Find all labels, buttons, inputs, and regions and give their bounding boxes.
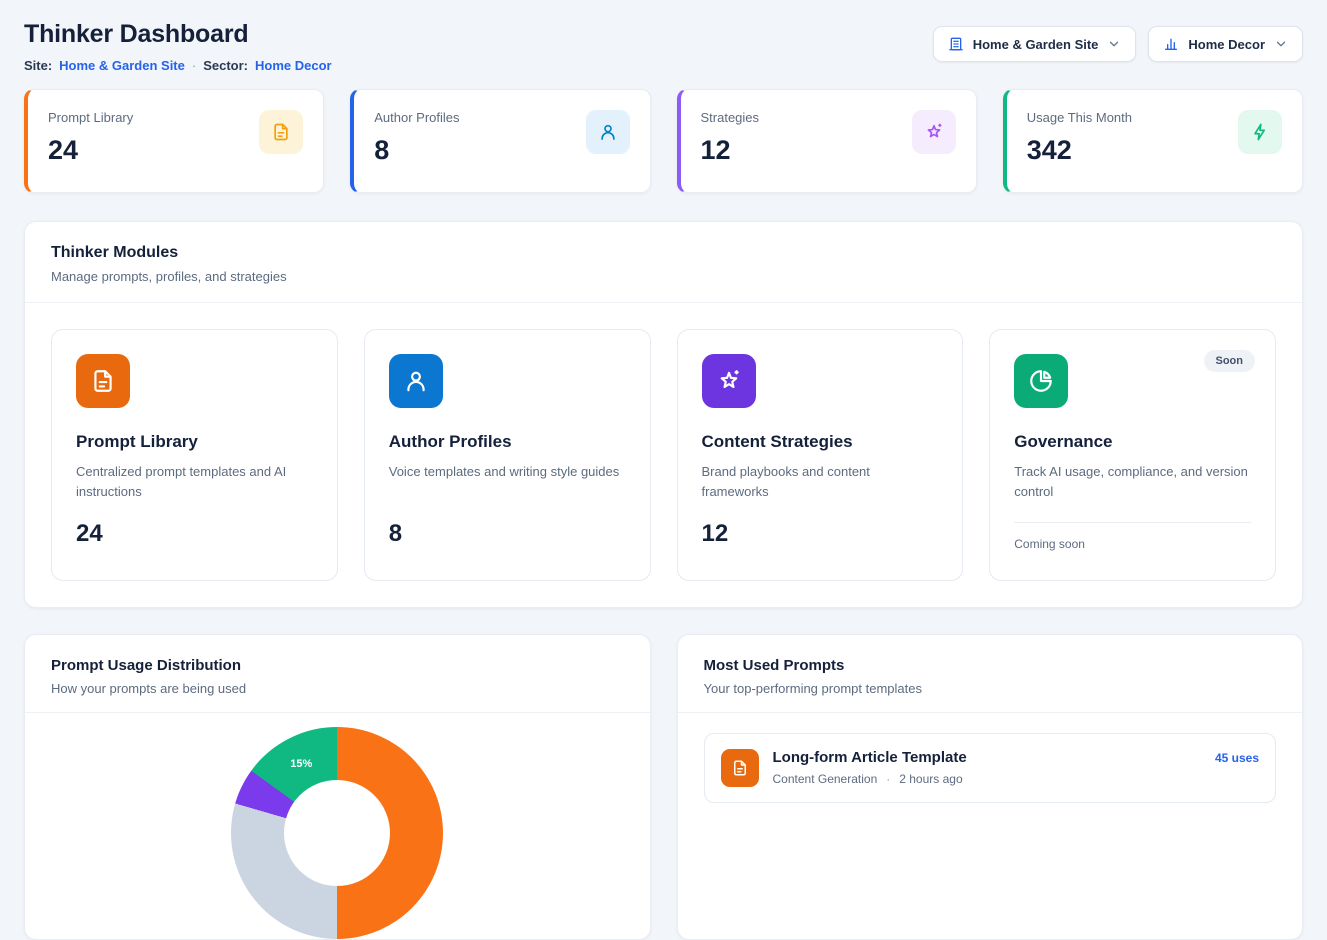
stat-info: Prompt Library 24 (48, 110, 133, 172)
stat-info: Strategies 12 (701, 110, 760, 172)
module-title: Prompt Library (76, 432, 313, 452)
site-link[interactable]: Home & Garden Site (59, 58, 185, 73)
usage-panel-title: Prompt Usage Distribution (51, 657, 624, 674)
stat-card-prompt-library: Prompt Library 24 (24, 89, 324, 193)
lightning-icon (1238, 110, 1282, 154)
stats-row: Prompt Library 24 Author Profiles 8 Stra… (24, 89, 1303, 193)
stat-label: Prompt Library (48, 110, 133, 125)
modules-grid: Prompt Library Centralized prompt templa… (25, 303, 1302, 607)
sparkle-star-icon (702, 354, 756, 408)
document-icon (76, 354, 130, 408)
usage-panel-subtitle: How your prompts are being used (51, 681, 624, 696)
module-title: Content Strategies (702, 432, 939, 452)
module-card-governance[interactable]: Soon Governance Track AI usage, complian… (989, 329, 1276, 581)
stat-value: 24 (48, 135, 133, 166)
prompt-uses-count: 45 uses (1215, 751, 1259, 765)
module-count: 8 (389, 520, 626, 548)
chevron-down-icon (1274, 37, 1288, 51)
prompt-category: Content Generation (773, 772, 878, 786)
module-title: Governance (1014, 432, 1251, 452)
donut-chart: 15% (231, 727, 443, 939)
stat-info: Author Profiles 8 (374, 110, 459, 172)
separator-dot: · (192, 58, 196, 73)
site-sector-breadcrumb: Site: Home & Garden Site · Sector: Home … (24, 58, 332, 73)
module-card-content-strategies[interactable]: Content Strategies Brand playbooks and c… (677, 329, 964, 581)
person-icon (586, 110, 630, 154)
module-count: 12 (702, 520, 939, 548)
stat-info: Usage This Month 342 (1027, 110, 1132, 172)
most-used-panel-header: Most Used Prompts Your top-performing pr… (678, 635, 1303, 713)
chevron-down-icon (1107, 37, 1121, 51)
separator-dot: · (886, 772, 890, 786)
stat-card-usage: Usage This Month 342 (1003, 89, 1303, 193)
stat-value: 342 (1027, 135, 1132, 166)
donut-slice-label: 15% (290, 758, 312, 770)
module-description: Track AI usage, compliance, and version … (1014, 462, 1251, 504)
stat-card-strategies: Strategies 12 (677, 89, 977, 193)
most-used-panel-subtitle: Your top-performing prompt templates (704, 681, 1277, 696)
sector-selector-dropdown[interactable]: Home Decor (1148, 26, 1303, 62)
prompt-list-item[interactable]: Long-form Article Template Content Gener… (704, 733, 1277, 803)
building-icon (948, 36, 964, 52)
most-used-panel: Most Used Prompts Your top-performing pr… (677, 634, 1304, 940)
page-header: Thinker Dashboard Site: Home & Garden Si… (24, 20, 1303, 73)
soon-badge: Soon (1204, 350, 1256, 372)
stat-value: 12 (701, 135, 760, 166)
stat-value: 8 (374, 135, 459, 166)
stat-label: Author Profiles (374, 110, 459, 125)
prompt-usage-panel: Prompt Usage Distribution How your promp… (24, 634, 651, 940)
module-description: Brand playbooks and content frameworks (702, 462, 939, 504)
page-title: Thinker Dashboard (24, 20, 332, 49)
document-icon (721, 749, 759, 787)
module-card-prompt-library[interactable]: Prompt Library Centralized prompt templa… (51, 329, 338, 581)
sparkle-star-icon (912, 110, 956, 154)
header-selectors: Home & Garden Site Home Decor (933, 20, 1303, 62)
stat-card-author-profiles: Author Profiles 8 (350, 89, 650, 193)
bar-chart-icon (1163, 36, 1179, 52)
module-description: Centralized prompt templates and AI inst… (76, 462, 313, 504)
sector-label: Sector: (203, 58, 248, 73)
prompt-title: Long-form Article Template (773, 749, 1201, 766)
coming-soon-text: Coming soon (1014, 522, 1251, 551)
modules-subtitle: Manage prompts, profiles, and strategies (51, 269, 1276, 284)
module-count: 24 (76, 520, 313, 548)
prompt-time: 2 hours ago (899, 772, 962, 786)
modules-header: Thinker Modules Manage prompts, profiles… (25, 222, 1302, 303)
stat-label: Usage This Month (1027, 110, 1132, 125)
usage-donut-chart: 15% (25, 713, 650, 939)
prompt-text: Long-form Article Template Content Gener… (773, 749, 1201, 786)
modules-title: Thinker Modules (51, 244, 1276, 262)
prompt-list: Long-form Article Template Content Gener… (678, 713, 1303, 823)
thinker-modules-section: Thinker Modules Manage prompts, profiles… (24, 221, 1303, 608)
site-label: Site: (24, 58, 52, 73)
sector-link[interactable]: Home Decor (255, 58, 332, 73)
document-icon (259, 110, 303, 154)
pie-chart-icon (1014, 354, 1068, 408)
dashboard-page: Thinker Dashboard Site: Home & Garden Si… (0, 0, 1327, 940)
bottom-row: Prompt Usage Distribution How your promp… (24, 634, 1303, 940)
sector-selector-label: Home Decor (1188, 37, 1265, 52)
module-card-author-profiles[interactable]: Author Profiles Voice templates and writ… (364, 329, 651, 581)
module-description: Voice templates and writing style guides (389, 462, 626, 504)
usage-panel-header: Prompt Usage Distribution How your promp… (25, 635, 650, 713)
person-icon (389, 354, 443, 408)
site-selector-label: Home & Garden Site (973, 37, 1099, 52)
most-used-panel-title: Most Used Prompts (704, 657, 1277, 674)
site-selector-dropdown[interactable]: Home & Garden Site (933, 26, 1137, 62)
module-title: Author Profiles (389, 432, 626, 452)
stat-label: Strategies (701, 110, 760, 125)
prompt-meta: Content Generation · 2 hours ago (773, 772, 1201, 786)
header-left: Thinker Dashboard Site: Home & Garden Si… (24, 20, 332, 73)
